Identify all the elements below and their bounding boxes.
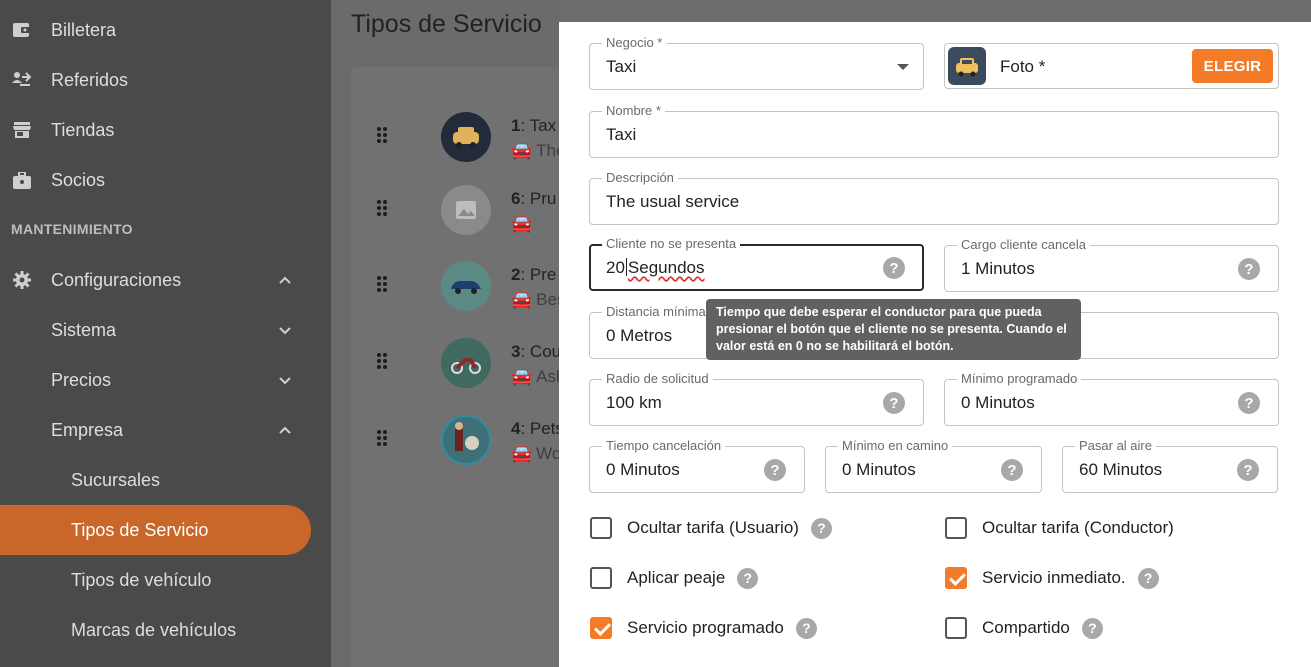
tiempo-cancelacion-field[interactable]: Tiempo cancelación 0 Minutos ? (589, 438, 805, 493)
help-icon[interactable]: ? (795, 617, 817, 639)
sidebar-item-sucursales[interactable]: Sucursales (0, 455, 331, 505)
aplicar-peaje-checkbox[interactable]: Aplicar peaje ? (590, 566, 759, 590)
motorcycle-avatar (441, 338, 491, 388)
compartido-checkbox[interactable]: Compartido ? (945, 616, 1103, 640)
sidebar-item-label: Tipos de vehículo (71, 569, 212, 590)
help-icon[interactable]: ? (737, 567, 759, 589)
drag-handle-icon[interactable] (377, 353, 389, 373)
taxi-photo-thumbnail (948, 47, 986, 85)
car-icon: 🚘 (511, 444, 533, 463)
sidebar-item-tipos-de-vehiculo[interactable]: Tipos de vehículo (0, 555, 331, 605)
negocio-select[interactable]: Negocio * Taxi (589, 35, 924, 90)
sidebar-item-label: Sucursales (71, 469, 161, 490)
car-icon: 🚘 (511, 141, 533, 160)
wallet-icon (12, 20, 32, 40)
ocultar-tarifa-conductor-checkbox[interactable]: Ocultar tarifa (Conductor) (945, 516, 1174, 540)
sidebar-item-label: Tiendas (51, 119, 115, 140)
text-cursor (625, 258, 627, 276)
dialog-top-shadow (559, 0, 1311, 22)
minimo-en-camino-field[interactable]: Mínimo en camino 0 Minutos ? (825, 438, 1042, 493)
sidebar-item-empresa[interactable]: Empresa (0, 405, 331, 455)
sidebar-item-configuraciones[interactable]: Configuraciones (0, 255, 331, 305)
checkbox-checked[interactable] (590, 617, 612, 639)
help-icon[interactable]: ? (883, 392, 905, 414)
sidebar-item-label: Tipos de Servicio (71, 519, 209, 540)
sidebar-item-label: Billetera (51, 19, 117, 40)
car-icon: 🚘 (511, 214, 533, 233)
help-icon[interactable]: ? (1237, 459, 1259, 481)
chevron-up-icon (279, 276, 291, 284)
photo-label: Foto * (1000, 57, 1046, 76)
cliente-no-presenta-field[interactable]: Cliente no se presenta 20 Segundos ? (589, 236, 924, 291)
chevron-down-icon (279, 327, 291, 335)
minimo-programado-field[interactable]: Mínimo programado 0 Minutos ? (944, 371, 1279, 426)
sidebar-item-sistema[interactable]: Sistema (0, 305, 331, 355)
sidebar-item-label: Configuraciones (51, 269, 182, 290)
help-icon[interactable]: ? (1238, 258, 1260, 280)
sidebar-item-socios[interactable]: Socios (0, 155, 331, 205)
descripcion-field[interactable]: Descripción The usual service (589, 170, 1279, 225)
car-icon: 🚘 (511, 290, 533, 309)
drag-handle-icon[interactable] (377, 127, 389, 147)
choose-photo-button[interactable]: ELEGIR (1192, 49, 1273, 83)
checkbox-unchecked[interactable] (590, 517, 612, 539)
pasar-al-aire-field[interactable]: Pasar al aire 60 Minutos ? (1062, 438, 1278, 493)
radio-solicitud-field[interactable]: Radio de solicitud 100 km ? (589, 371, 924, 426)
sidebar-item-label: Marcas de vehículos (71, 619, 237, 640)
nombre-field[interactable]: Nombre * Taxi (589, 103, 1279, 158)
drag-handle-icon[interactable] (377, 276, 389, 296)
sidebar-item-precios[interactable]: Precios (0, 355, 331, 405)
sidebar: Billetera Referidos Tiendas Socios MANTE… (0, 0, 331, 667)
help-tooltip: Tiempo que debe esperar el conductor par… (706, 299, 1081, 360)
help-icon[interactable]: ? (883, 257, 905, 279)
servicio-programado-checkbox[interactable]: Servicio programado ? (590, 616, 817, 640)
sidebar-item-label: Precios (51, 369, 112, 390)
sidebar-item-label: Sistema (51, 319, 117, 340)
partners-icon (12, 170, 32, 190)
help-icon[interactable]: ? (810, 517, 832, 539)
gear-icon (12, 270, 32, 290)
store-icon (12, 120, 32, 140)
cargo-cliente-cancela-field[interactable]: Cargo cliente cancela 1 Minutos ? (944, 237, 1279, 292)
sidebar-item-label: Referidos (51, 69, 129, 90)
image-placeholder-icon (441, 185, 491, 235)
checkbox-unchecked[interactable] (590, 567, 612, 589)
checkbox-unchecked[interactable] (945, 617, 967, 639)
car-avatar (441, 261, 491, 311)
chevron-up-icon (279, 426, 291, 434)
sidebar-item-marcas-de-vehiculos[interactable]: Marcas de vehículos (0, 605, 331, 655)
ocultar-tarifa-usuario-checkbox[interactable]: Ocultar tarifa (Usuario) ? (590, 516, 832, 540)
pets-avatar (441, 415, 491, 465)
chevron-down-icon (279, 377, 291, 385)
servicio-inmediato-checkbox[interactable]: Servicio inmediato. ? (945, 566, 1159, 590)
sidebar-item-tipos-de-servicio[interactable]: Tipos de Servicio (0, 505, 311, 555)
drag-handle-icon[interactable] (377, 200, 389, 220)
sidebar-item-billetera[interactable]: Billetera (0, 5, 331, 55)
photo-picker: Foto * ELEGIR (944, 43, 1279, 89)
section-title-mantenimiento: MANTENIMIENTO (11, 221, 133, 237)
taxi-avatar (441, 112, 491, 162)
page-title: Tipos de Servicio (351, 10, 542, 38)
sidebar-item-referidos[interactable]: Referidos (0, 55, 331, 105)
help-icon[interactable]: ? (1001, 459, 1023, 481)
checkbox-unchecked[interactable] (945, 517, 967, 539)
help-icon[interactable]: ? (1238, 392, 1260, 414)
sidebar-item-label: Empresa (51, 419, 124, 440)
checkbox-checked[interactable] (945, 567, 967, 589)
help-icon[interactable]: ? (764, 459, 786, 481)
dropdown-arrow-icon (897, 64, 909, 70)
drag-handle-icon[interactable] (377, 430, 389, 450)
help-icon[interactable]: ? (1081, 617, 1103, 639)
car-icon: 🚘 (511, 367, 533, 386)
sidebar-item-label: Socios (51, 169, 106, 190)
sidebar-item-tiendas[interactable]: Tiendas (0, 105, 331, 155)
referrals-icon (12, 70, 32, 90)
help-icon[interactable]: ? (1137, 567, 1159, 589)
